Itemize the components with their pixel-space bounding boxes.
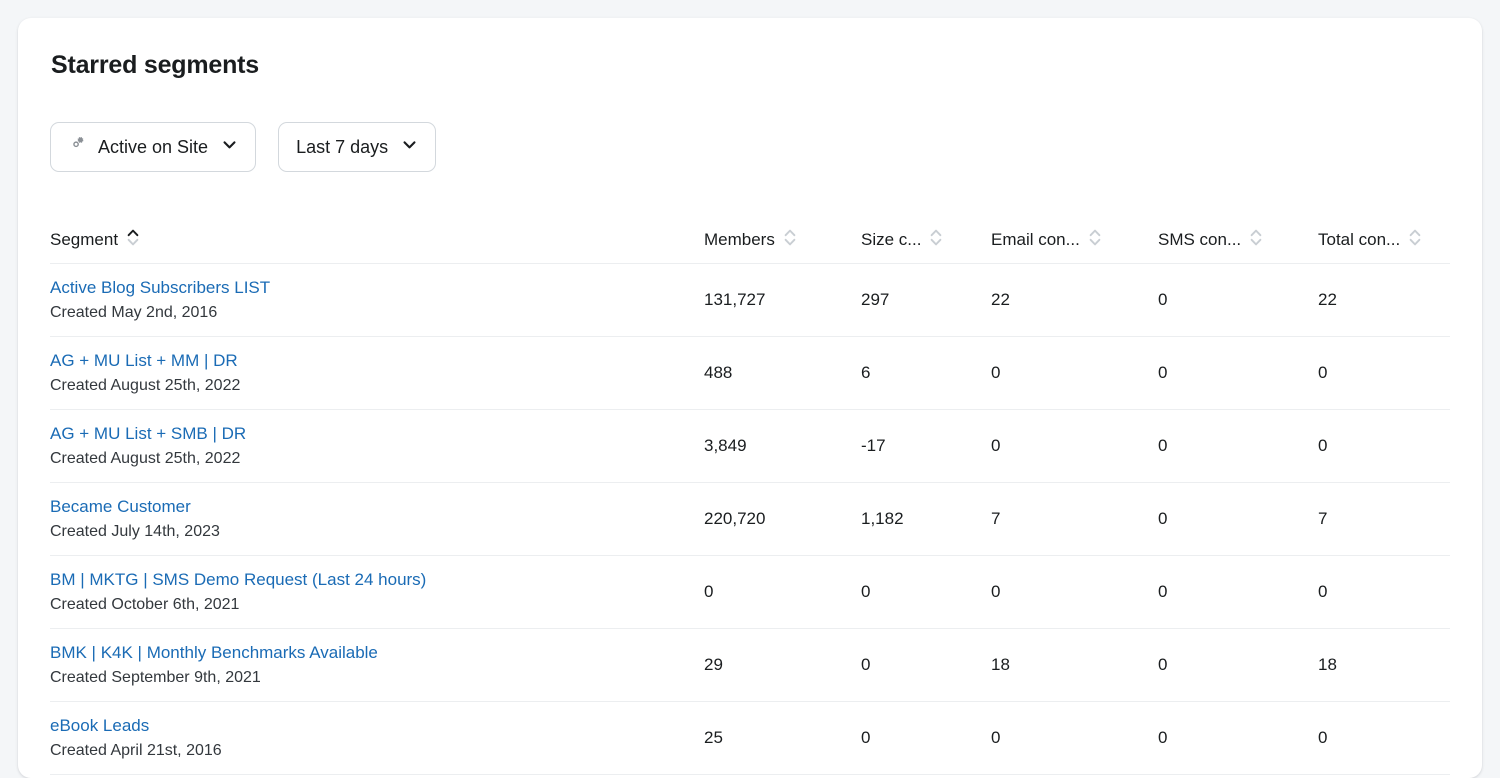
column-header-total-conversions-label: Total con... bbox=[1318, 230, 1400, 250]
table-row: Active Blog Subscribers LISTCreated May … bbox=[50, 264, 1450, 337]
cell-size_change: 297 bbox=[861, 290, 889, 310]
cell-size_change: 1,182 bbox=[861, 509, 904, 529]
segment-name-link[interactable]: BM | MKTG | SMS Demo Request (Last 24 ho… bbox=[50, 568, 670, 592]
sort-icon bbox=[930, 228, 942, 252]
table-header-row: Segment Members Size c bbox=[50, 208, 1450, 264]
column-header-email-conversions-label: Email con... bbox=[991, 230, 1080, 250]
page-title: Starred segments bbox=[51, 51, 259, 80]
cell-members: 3,849 bbox=[704, 436, 747, 456]
segment-cell: BM | MKTG | SMS Demo Request (Last 24 ho… bbox=[50, 568, 670, 617]
cell-size_change: -17 bbox=[861, 436, 886, 456]
cell-email_conversions: 7 bbox=[991, 509, 1000, 529]
segment-cell: eBook LeadsCreated April 21st, 2016 bbox=[50, 714, 670, 763]
chevron-down-icon bbox=[221, 136, 238, 158]
cell-email_conversions: 0 bbox=[991, 728, 1000, 748]
segment-name-link[interactable]: AG + MU List + MM | DR bbox=[50, 349, 670, 373]
sort-icon bbox=[784, 228, 796, 252]
cell-members: 25 bbox=[704, 728, 723, 748]
segment-name-link[interactable]: AG + MU List + SMB | DR bbox=[50, 422, 670, 446]
cell-total_conversions: 0 bbox=[1318, 728, 1327, 748]
segment-cell: Became CustomerCreated July 14th, 2023 bbox=[50, 495, 670, 544]
table-row: BM | MKTG | SMS Demo Request (Last 24 ho… bbox=[50, 556, 1450, 629]
cell-sms_conversions: 0 bbox=[1158, 582, 1167, 602]
column-header-segment[interactable]: Segment bbox=[50, 228, 139, 252]
segment-created-date: Created August 25th, 2022 bbox=[50, 374, 670, 398]
segment-created-date: Created October 6th, 2021 bbox=[50, 593, 670, 617]
segment-created-date: Created May 2nd, 2016 bbox=[50, 301, 670, 325]
cell-sms_conversions: 0 bbox=[1158, 728, 1167, 748]
cell-total_conversions: 22 bbox=[1318, 290, 1337, 310]
table-row: Became CustomerCreated July 14th, 2023 22… bbox=[50, 483, 1450, 556]
cell-members: 0 bbox=[704, 582, 713, 602]
cell-sms_conversions: 0 bbox=[1158, 655, 1167, 675]
column-header-members-label: Members bbox=[704, 230, 775, 250]
column-header-total-conversions[interactable]: Total con... bbox=[1318, 228, 1421, 252]
filter-active-on-site-label: Active on Site bbox=[98, 138, 208, 156]
cell-total_conversions: 0 bbox=[1318, 436, 1327, 456]
cell-total_conversions: 0 bbox=[1318, 582, 1327, 602]
cell-members: 488 bbox=[704, 363, 732, 383]
segment-created-date: Created April 21st, 2016 bbox=[50, 739, 670, 763]
cell-size_change: 0 bbox=[861, 582, 870, 602]
table-row: AG + MU List + MM | DRCreated August 25t… bbox=[50, 337, 1450, 410]
cell-total_conversions: 7 bbox=[1318, 509, 1327, 529]
cell-members: 29 bbox=[704, 655, 723, 675]
sort-icon bbox=[1250, 228, 1262, 252]
chevron-down-icon bbox=[401, 136, 418, 158]
cell-size_change: 0 bbox=[861, 655, 870, 675]
table-row: AG + MU List + SMB | DRCreated August 25… bbox=[50, 410, 1450, 483]
segment-created-date: Created September 9th, 2021 bbox=[50, 666, 670, 690]
segments-table: Segment Members Size c bbox=[50, 208, 1450, 775]
segment-name-link[interactable]: eBook Leads bbox=[50, 714, 670, 738]
segment-name-link[interactable]: BMK | K4K | Monthly Benchmarks Available bbox=[50, 641, 670, 665]
column-header-segment-label: Segment bbox=[50, 230, 118, 250]
segment-cell: AG + MU List + MM | DRCreated August 25t… bbox=[50, 349, 670, 398]
cell-email_conversions: 22 bbox=[991, 290, 1010, 310]
starred-segments-card: Starred segments Active on Site Last 7 bbox=[18, 18, 1482, 778]
cell-total_conversions: 18 bbox=[1318, 655, 1337, 675]
filter-date-range-button[interactable]: Last 7 days bbox=[278, 122, 436, 172]
cell-total_conversions: 0 bbox=[1318, 363, 1327, 383]
cell-email_conversions: 0 bbox=[991, 582, 1000, 602]
table-body: Active Blog Subscribers LISTCreated May … bbox=[50, 264, 1450, 775]
table-row: eBook LeadsCreated April 21st, 2016 25 0 0 0… bbox=[50, 702, 1450, 775]
sort-ascending-icon bbox=[127, 228, 139, 252]
cell-email_conversions: 0 bbox=[991, 436, 1000, 456]
segment-name-link[interactable]: Became Customer bbox=[50, 495, 670, 519]
column-header-size-change[interactable]: Size c... bbox=[861, 228, 942, 252]
sort-icon bbox=[1089, 228, 1101, 252]
segment-cell: AG + MU List + SMB | DRCreated August 25… bbox=[50, 422, 670, 471]
column-header-size-change-label: Size c... bbox=[861, 230, 921, 250]
filter-date-range-label: Last 7 days bbox=[296, 138, 388, 156]
cell-sms_conversions: 0 bbox=[1158, 363, 1167, 383]
segment-name-link[interactable]: Active Blog Subscribers LIST bbox=[50, 276, 670, 300]
cell-email_conversions: 18 bbox=[991, 655, 1010, 675]
column-header-sms-conversions[interactable]: SMS con... bbox=[1158, 228, 1262, 252]
table-row: BMK | K4K | Monthly Benchmarks Available… bbox=[50, 629, 1450, 702]
filter-active-on-site-button[interactable]: Active on Site bbox=[50, 122, 256, 172]
cell-members: 220,720 bbox=[704, 509, 765, 529]
cell-email_conversions: 0 bbox=[991, 363, 1000, 383]
cell-sms_conversions: 0 bbox=[1158, 290, 1167, 310]
segment-created-date: Created August 25th, 2022 bbox=[50, 447, 670, 471]
segment-cell: Active Blog Subscribers LISTCreated May … bbox=[50, 276, 670, 325]
sort-icon bbox=[1409, 228, 1421, 252]
column-header-sms-conversions-label: SMS con... bbox=[1158, 230, 1241, 250]
cell-members: 131,727 bbox=[704, 290, 765, 310]
column-header-email-conversions[interactable]: Email con... bbox=[991, 228, 1101, 252]
segment-cell: BMK | K4K | Monthly Benchmarks Available… bbox=[50, 641, 670, 690]
segment-created-date: Created July 14th, 2023 bbox=[50, 520, 670, 544]
filter-bar: Active on Site Last 7 days bbox=[50, 122, 436, 172]
cell-sms_conversions: 0 bbox=[1158, 436, 1167, 456]
cell-size_change: 0 bbox=[861, 728, 870, 748]
cell-sms_conversions: 0 bbox=[1158, 509, 1167, 529]
column-header-members[interactable]: Members bbox=[704, 228, 796, 252]
gears-icon bbox=[68, 135, 87, 159]
cell-size_change: 6 bbox=[861, 363, 870, 383]
